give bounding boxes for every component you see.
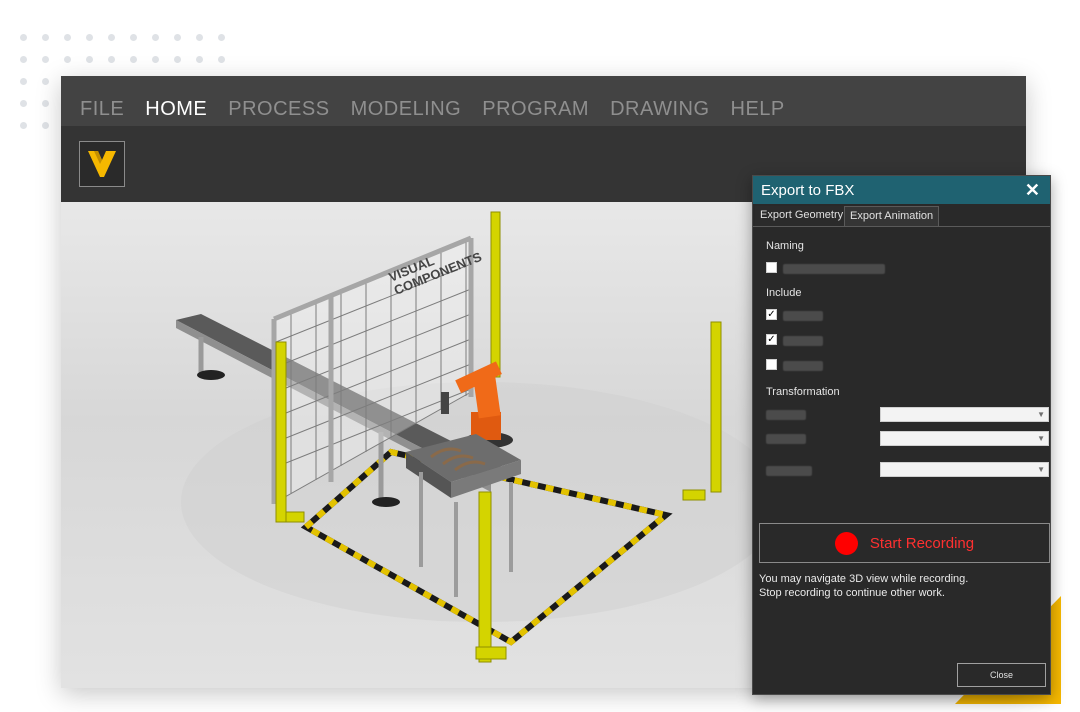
redacted-option-label (783, 311, 823, 321)
dialog-tabs: Export Geometry Export Animation (753, 204, 1050, 227)
redacted-field-label (766, 466, 812, 476)
app-logo-icon[interactable] (79, 141, 125, 187)
export-fbx-dialog: Export to FBX ✕ Export Geometry Export A… (752, 175, 1051, 695)
tab-export-animation[interactable]: Export Animation (844, 206, 940, 226)
transformation-select-3[interactable]: ▼ (880, 462, 1049, 477)
decorative-dot (218, 56, 225, 63)
decorative-dot (20, 78, 27, 85)
decorative-dot (108, 34, 115, 41)
chevron-down-icon: ▼ (1037, 465, 1045, 474)
redacted-option-label (783, 264, 885, 274)
menu-drawing[interactable]: DRAWING (610, 98, 709, 126)
decorative-dot (174, 56, 181, 63)
naming-label: Naming (766, 240, 804, 252)
menu-process[interactable]: PROCESS (228, 98, 329, 126)
decorative-dot (42, 122, 49, 129)
redacted-option-label (783, 361, 823, 371)
decorative-dot (196, 56, 203, 63)
include-checkbox-1[interactable]: ✓ (766, 309, 777, 320)
decorative-dot (64, 56, 71, 63)
naming-checkbox[interactable] (766, 262, 777, 273)
redacted-field-label (766, 410, 806, 420)
decorative-dot (20, 100, 27, 107)
redacted-field-label (766, 434, 806, 444)
close-button[interactable]: Close (957, 663, 1046, 687)
decorative-dot (130, 34, 137, 41)
tab-export-geometry[interactable]: Export Geometry (755, 206, 849, 226)
include-checkbox-3[interactable] (766, 359, 777, 370)
redacted-option-label (783, 336, 823, 346)
chevron-down-icon: ▼ (1037, 434, 1045, 443)
start-recording-label: Start Recording (869, 534, 975, 552)
decorative-dot (86, 56, 93, 63)
menu-modeling[interactable]: MODELING (351, 98, 462, 126)
decorative-dot (218, 34, 225, 41)
transformation-label: Transformation (766, 386, 840, 398)
menu-bar: FILE HOME PROCESS MODELING PROGRAM DRAWI… (61, 76, 1026, 126)
decorative-dot (20, 122, 27, 129)
include-checkbox-2[interactable]: ✓ (766, 334, 777, 345)
dialog-title-bar: Export to FBX ✕ (753, 176, 1050, 204)
start-recording-button[interactable]: Start Recording (759, 523, 1050, 563)
decorative-dot (152, 34, 159, 41)
include-label: Include (766, 287, 802, 299)
decorative-dot (64, 34, 71, 41)
decorative-dot (130, 56, 137, 63)
transformation-select-2[interactable]: ▼ (880, 431, 1049, 446)
decorative-dot (108, 56, 115, 63)
decorative-dot (196, 34, 203, 41)
transformation-select-1[interactable]: ▼ (880, 407, 1049, 422)
recording-info-line2: Stop recording to continue other work. (759, 587, 945, 599)
menu-program[interactable]: PROGRAM (482, 98, 589, 126)
decorative-dot (174, 34, 181, 41)
menu-home[interactable]: HOME (145, 98, 207, 126)
decorative-dot (42, 56, 49, 63)
decorative-dot (86, 34, 93, 41)
dialog-title: Export to FBX (761, 181, 855, 199)
menu-help[interactable]: HELP (731, 98, 785, 126)
decorative-dot (42, 34, 49, 41)
chevron-down-icon: ▼ (1037, 410, 1045, 419)
decorative-dot (42, 78, 49, 85)
decorative-dot (42, 100, 49, 107)
record-icon (834, 531, 858, 555)
close-icon[interactable]: ✕ (1025, 181, 1040, 199)
decorative-dot (20, 56, 27, 63)
recording-info-line1: You may navigate 3D view while recording… (759, 573, 969, 585)
menu-file[interactable]: FILE (80, 98, 124, 126)
decorative-dot (20, 34, 27, 41)
decorative-dot (152, 56, 159, 63)
